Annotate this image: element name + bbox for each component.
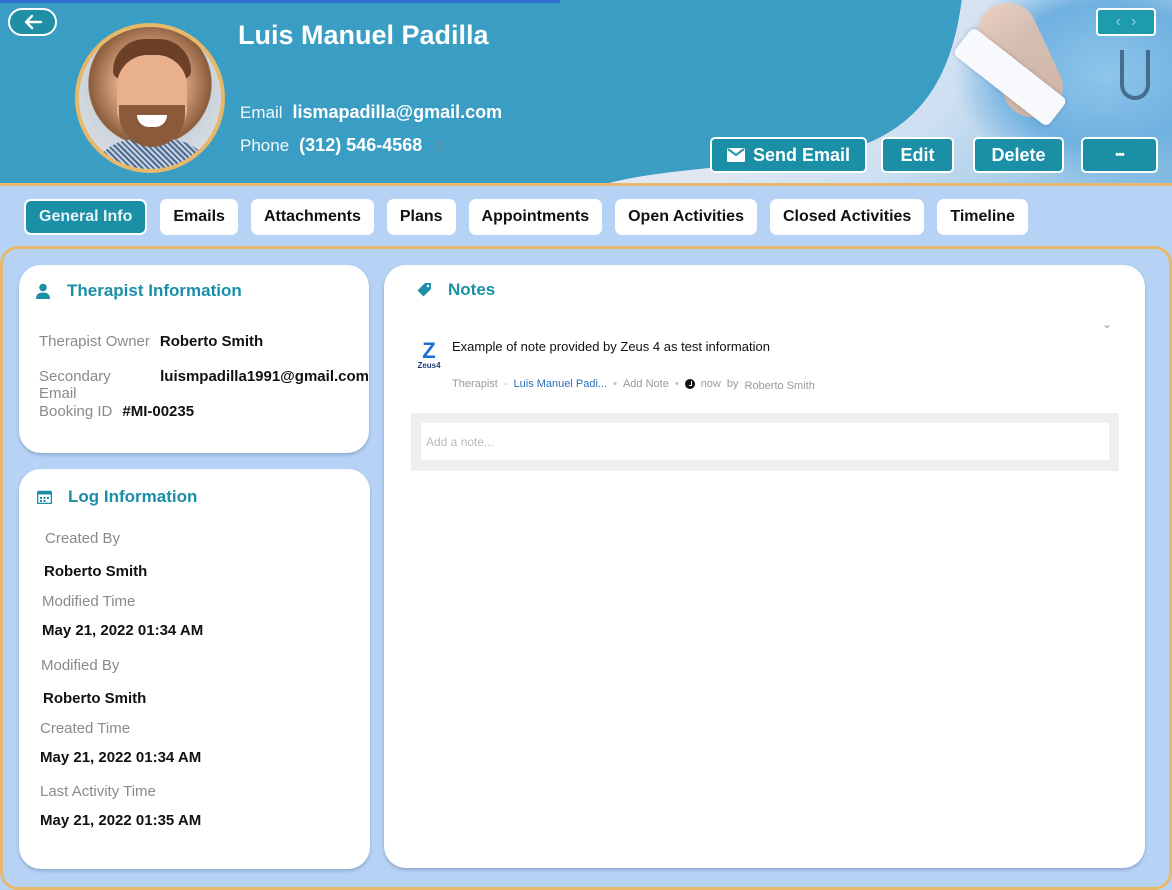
note-meta: Therapist - Luis Manuel Padi... • Add No… — [452, 376, 815, 392]
field-value[interactable]: luismpadilla1991@gmail.com — [160, 368, 369, 385]
edit-button[interactable]: Edit — [881, 137, 954, 173]
created-by-label: Created By — [45, 530, 121, 547]
back-button[interactable] — [8, 8, 57, 36]
note-action: Add Note — [622, 378, 669, 390]
phone-row: Phone (312) 546-4568 ✆ — [240, 135, 445, 156]
separator: - — [503, 378, 508, 390]
created-time-label: Created Time — [40, 720, 131, 737]
tab-plans[interactable]: Plans — [386, 199, 456, 235]
note-author: Roberto Smith — [744, 380, 815, 392]
tag-icon — [417, 283, 431, 297]
note-record-link[interactable]: Luis Manuel Padi... — [514, 378, 608, 390]
profile-header: Luis Manuel Padilla Email lismapadilla@g… — [0, 0, 1172, 186]
zeus-z-icon: Z — [422, 338, 436, 363]
email-row: Email lismapadilla@gmail.com — [240, 102, 502, 123]
log-information-title: Log Information — [37, 487, 197, 507]
therapist-title-text: Therapist Information — [67, 281, 242, 300]
created-by-value[interactable]: Roberto Smith — [44, 563, 147, 580]
delete-button[interactable]: Delete — [973, 137, 1064, 173]
person-icon — [36, 283, 50, 299]
patient-name: Luis Manuel Padilla — [238, 20, 489, 50]
field-value[interactable]: Roberto Smith — [160, 333, 263, 350]
send-email-button[interactable]: Send Email — [710, 137, 867, 173]
note-text: Example of note provided by Zeus 4 as te… — [452, 339, 770, 354]
notes-title: Notes — [416, 280, 495, 300]
calendar-icon — [37, 490, 52, 504]
add-note-input[interactable] — [421, 423, 1109, 460]
last-activity-time-value: May 21, 2022 01:35 AM — [40, 812, 202, 829]
chevron-right-icon[interactable]: › — [1131, 13, 1136, 31]
add-note-container — [411, 413, 1119, 471]
modified-time-value: May 21, 2022 01:34 AM — [42, 622, 204, 639]
phone-label: Phone — [240, 136, 290, 155]
tab-attachments[interactable]: Attachments — [250, 199, 374, 235]
envelope-icon — [726, 148, 745, 162]
field-label: Therapist Owner — [39, 333, 150, 350]
notes-card: Notes ⌄ Z Zeus4 Example of note provided… — [384, 265, 1145, 868]
zeus-logo-text: Zeus4 — [417, 361, 441, 370]
last-activity-time-label: Last Activity Time — [40, 783, 156, 800]
created-time-value: May 21, 2022 01:34 AM — [40, 749, 202, 766]
tab-timeline[interactable]: Timeline — [937, 199, 1028, 235]
log-information-card: Log Information Created By Roberto Smith… — [19, 469, 370, 869]
chevron-down-icon[interactable]: ⌄ — [1102, 317, 1112, 331]
phone-value[interactable]: (312) 546-4568 — [299, 135, 422, 156]
chevron-left-icon[interactable]: ‹ — [1116, 13, 1121, 31]
field-label: Secondary Email — [39, 368, 111, 402]
send-email-label: Send Email — [752, 144, 851, 165]
separator: • — [674, 378, 679, 390]
modified-by-value[interactable]: Roberto Smith — [43, 690, 146, 707]
clock-icon — [684, 379, 695, 389]
field-value: #MI-00235 — [122, 403, 195, 420]
notes-title-text: Notes — [448, 280, 496, 299]
tab-general-info[interactable]: General Info — [24, 199, 148, 235]
stethoscope-image — [1120, 50, 1150, 100]
patient-avatar — [75, 23, 225, 173]
arrow-left-icon — [24, 14, 42, 30]
therapist-information-title: Therapist Information — [35, 281, 242, 301]
note-by-label: by — [726, 378, 739, 390]
field-therapist-owner: Therapist Owner Roberto Smith — [39, 333, 263, 350]
field-secondary-email: Secondary Email luismpadilla1991@gmail.c… — [39, 368, 369, 402]
zeus4-logo: Z Zeus4 — [414, 338, 444, 375]
modified-time-label: Modified Time — [42, 593, 136, 610]
tab-bar: General Info Emails Attachments Plans Ap… — [24, 199, 1028, 235]
note-time: now — [700, 378, 721, 390]
phone-icon[interactable]: ✆ — [434, 139, 445, 155]
log-title-text: Log Information — [68, 487, 198, 506]
note-module: Therapist — [452, 378, 498, 390]
email-label: Email — [240, 103, 283, 122]
more-icon: ••• — [1115, 149, 1125, 161]
separator: • — [613, 378, 617, 390]
tab-open-activities[interactable]: Open Activities — [615, 199, 757, 235]
modified-by-label: Modified By — [41, 657, 120, 674]
tab-emails[interactable]: Emails — [160, 199, 238, 235]
therapist-information-card: Therapist Information Therapist Owner Ro… — [19, 265, 369, 453]
field-label: Booking ID — [39, 403, 113, 420]
record-navigation: ‹ › — [1096, 8, 1156, 36]
field-booking-id: Booking ID #MI-00235 — [39, 403, 194, 420]
email-value[interactable]: lismapadilla@gmail.com — [293, 102, 503, 123]
tab-closed-activities[interactable]: Closed Activities — [769, 199, 925, 235]
more-actions-button[interactable]: ••• — [1081, 137, 1158, 173]
tab-appointments[interactable]: Appointments — [468, 199, 603, 235]
